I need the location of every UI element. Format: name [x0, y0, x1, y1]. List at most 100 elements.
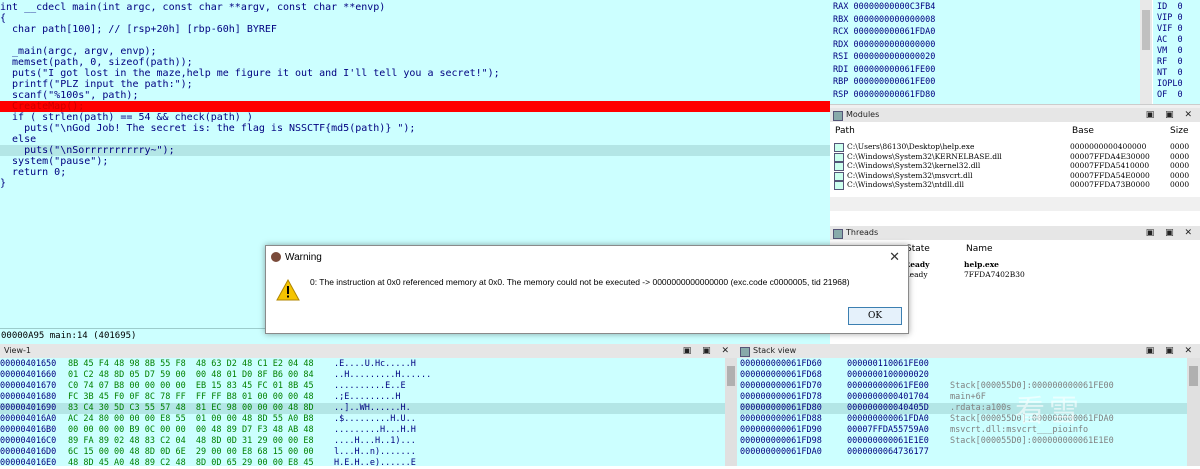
hex-row[interactable]: 000004016D0 6C 15 00 00 48 8D 0D 6E 29 00… [0, 447, 725, 458]
stack-value[interactable]: 0000000100000020 [847, 370, 929, 381]
register-row[interactable]: RSP 000000000061FD80 [833, 90, 935, 102]
register-row[interactable]: RBP 000000000061FE00 [833, 77, 935, 89]
code-line[interactable]: scanf("%100s", path); [0, 90, 138, 101]
code-line[interactable]: int __cdecl main(int argc, const char **… [0, 2, 385, 13]
stack-row[interactable]: 000000000061FD88 000000000061FDA0 Stack[00… [740, 414, 1187, 425]
hex-scrollbar[interactable] [725, 358, 737, 466]
module-path[interactable]: C:\Windows\System32\ntdll.dll [847, 180, 964, 190]
registers-scrollbar[interactable] [1140, 0, 1152, 104]
flag-row[interactable]: VM 0 [1157, 46, 1183, 56]
register-row[interactable]: RCX 000000000061FDA0 [833, 27, 935, 39]
hex-ascii[interactable]: .........H...H.H [334, 425, 416, 436]
registers-panel[interactable]: RAX 00000000000C3FB4 RBX 0000000000000008… [830, 0, 1140, 104]
code-line[interactable]: } [0, 178, 6, 189]
hex-bytes[interactable]: 6C 15 00 00 48 8D 0D 6E 29 00 00 E8 68 1… [68, 447, 314, 458]
code-line[interactable]: printf("PLZ input the path:"); [0, 79, 193, 90]
module-size[interactable]: 0000 [1170, 152, 1189, 162]
ok-button[interactable]: OK [848, 307, 902, 325]
hex-row[interactable]: 000004016C0 89 FA 89 02 48 83 C2 04 48 8D… [0, 436, 725, 447]
hex-ascii[interactable]: .;E.........H [334, 392, 401, 403]
code-line[interactable]: _main(argc, argv, envp); [0, 46, 157, 57]
code-line[interactable]: { [0, 13, 6, 24]
flag-row[interactable]: VIF 0 [1157, 24, 1183, 34]
hex-bytes[interactable]: 83 C4 30 5D C3 55 57 48 81 EC 98 00 00 0… [68, 403, 314, 414]
hex-bytes[interactable]: 01 C2 48 8D 05 D7 59 00 00 48 01 D0 8F B… [68, 370, 314, 381]
stack-view[interactable]: 000000000061FD60 000000110061FE00 00000000… [737, 358, 1187, 466]
module-size[interactable]: 0000 [1170, 171, 1189, 181]
stack-value[interactable]: 000000000040405D [847, 403, 929, 414]
hex-bytes[interactable]: 8B 45 F4 48 98 8B 55 F8 48 63 D2 48 C1 E… [68, 359, 314, 370]
code-line[interactable]: else [0, 134, 36, 145]
code-line[interactable]: puts("\nGod Job! The secret is: the flag… [0, 123, 415, 134]
hex-row[interactable]: 000004016B0 00 00 00 00 B9 0C 00 00 00 48… [0, 425, 725, 436]
flag-row[interactable]: IOPL0 [1157, 79, 1183, 89]
register-row[interactable]: RBX 0000000000000008 [833, 15, 935, 27]
stack-value[interactable]: 0000000000401704 [847, 392, 929, 403]
hex-bytes[interactable]: FC 3B 45 F0 0F 8C 78 FF FF FF B8 01 00 0… [68, 392, 314, 403]
stack-row[interactable]: 000000000061FD70 000000000061FE00 Stack[00… [740, 381, 1187, 392]
code-line[interactable]: CreateMap(); [0, 101, 830, 112]
hex-ascii[interactable]: ..........E..E [334, 381, 406, 392]
pane-buttons[interactable]: ▣ ▣ ✕ [1146, 108, 1196, 122]
hex-bytes[interactable]: 00 00 00 00 B9 0C 00 00 00 48 89 D7 F3 4… [68, 425, 314, 436]
hex-ascii[interactable]: .E....U.Hc.....H [334, 359, 416, 370]
code-line[interactable]: puts("I got lost in the maze,help me fig… [0, 68, 500, 79]
module-base[interactable]: 00007FFDA73B0000 [1070, 180, 1150, 190]
module-path[interactable]: C:\Windows\System32\KERNELBASE.dll [847, 152, 1002, 162]
modules-col-base[interactable]: Base [1072, 126, 1094, 136]
hex-row[interactable]: 00000401690 83 C4 30 5D C3 55 57 48 81 EC… [0, 403, 725, 414]
register-row[interactable]: RDX 0000000000000000 [833, 40, 935, 52]
hex-ascii[interactable]: .$.........H.U.. [334, 414, 416, 425]
module-path[interactable]: C:\Windows\System32\kernel32.dll [847, 161, 980, 171]
flag-row[interactable]: AC 0 [1157, 35, 1183, 45]
flags-panel[interactable]: ID 0 VIP 0 VIF 0 AC 0 VM 0 RF 0 NT 0 IOPL0 OF 0 [1153, 0, 1200, 104]
module-size[interactable]: 0000 [1170, 161, 1189, 171]
hex-bytes[interactable]: 48 8D 45 A0 48 89 C2 48 8D 0D 65 29 00 0… [68, 458, 314, 469]
stack-value[interactable]: 000000110061FE00 [847, 359, 929, 370]
flag-row[interactable]: OF 0 [1157, 90, 1183, 100]
stack-scrollbar[interactable] [1187, 358, 1200, 466]
stack-row[interactable]: 000000000061FD90 00007FFDA55759A0 msvcrt.d… [740, 425, 1187, 436]
register-row[interactable]: RDI 000000000061FE00 [833, 65, 935, 77]
stack-value[interactable]: 000000000061E1E0 [847, 436, 929, 447]
hex-row[interactable]: 00000401680 FC 3B 45 F0 0F 8C 78 FF FF FF… [0, 392, 725, 403]
threads-col-state[interactable]: State [906, 244, 930, 254]
register-row[interactable]: RSI 0000000000000020 [833, 52, 935, 64]
flag-row[interactable]: ID 0 [1157, 2, 1183, 12]
hex-bytes[interactable]: 89 FA 89 02 48 83 C2 04 48 8D 0D 31 29 0… [68, 436, 314, 447]
threads-col-name[interactable]: Name [966, 244, 993, 254]
stack-row[interactable]: 000000000061FD60 000000110061FE00 [740, 359, 1187, 370]
pane-buttons[interactable]: ▣ ▣ ✕ [683, 344, 733, 358]
hex-bytes[interactable]: C0 74 07 B8 00 00 00 00 EB 15 83 45 FC 0… [68, 381, 314, 392]
module-size[interactable]: 0000 [1170, 142, 1189, 152]
hex-row[interactable]: 000004016A0 AC 24 80 00 00 00 E8 55 01 00… [0, 414, 725, 425]
close-button[interactable]: ✕ [889, 249, 900, 265]
pane-buttons[interactable]: ▣ ▣ ✕ [1146, 344, 1196, 358]
hex-row[interactable]: 00000401660 01 C2 48 8D 05 D7 59 00 00 48… [0, 370, 725, 381]
stack-row[interactable]: 000000000061FD78 0000000000401704 main+6F [740, 392, 1187, 403]
flag-row[interactable]: VIP 0 [1157, 13, 1183, 23]
stack-row[interactable]: 000000000061FDA0 0000000064736177 [740, 447, 1187, 458]
stack-value[interactable]: 000000000061FDA0 [847, 414, 929, 425]
stack-row[interactable]: 000000000061FD98 000000000061E1E0 Stack[00… [740, 436, 1187, 447]
code-line[interactable]: system("pause"); [0, 156, 108, 167]
code-line[interactable]: char path[100]; // [rsp+20h] [rbp-60h] B… [0, 24, 277, 35]
code-line[interactable]: if ( strlen(path) == 54 && check(path) ) [0, 112, 253, 123]
stack-row[interactable]: 000000000061FD68 0000000100000020 [740, 370, 1187, 381]
hex-ascii[interactable]: ....H...H..1)... [334, 436, 416, 447]
stack-value[interactable]: 000000000061FE00 [847, 381, 929, 392]
module-base[interactable]: 0000000000400000 [1070, 142, 1146, 152]
hex-row[interactable]: 000004016E0 48 8D 45 A0 48 89 C2 48 8D 0D… [0, 458, 725, 469]
stack-value[interactable]: 0000000064736177 [847, 447, 929, 458]
hex-view[interactable]: 00000401650 8B 45 F4 48 98 8B 55 F8 48 63… [0, 358, 725, 469]
hex-bytes[interactable]: AC 24 80 00 00 00 E8 55 01 00 00 48 8D 5… [68, 414, 314, 425]
modules-col-size[interactable]: Size [1170, 126, 1188, 136]
module-base[interactable]: 00007FFDA4E30000 [1070, 152, 1150, 162]
hex-row[interactable]: 00000401670 C0 74 07 B8 00 00 00 00 EB 15… [0, 381, 725, 392]
code-line[interactable]: return 0; [0, 167, 66, 178]
module-path[interactable]: C:\Users\86130\Desktop\help.exe [847, 142, 974, 152]
code-line[interactable]: puts("\nSorrrrrrrrrry~"); [0, 145, 830, 156]
modules-hscrollbar[interactable] [830, 197, 1200, 211]
hex-ascii[interactable]: l...H..n)....... [334, 447, 416, 458]
hex-ascii[interactable]: ..H.........H...... [334, 370, 431, 381]
